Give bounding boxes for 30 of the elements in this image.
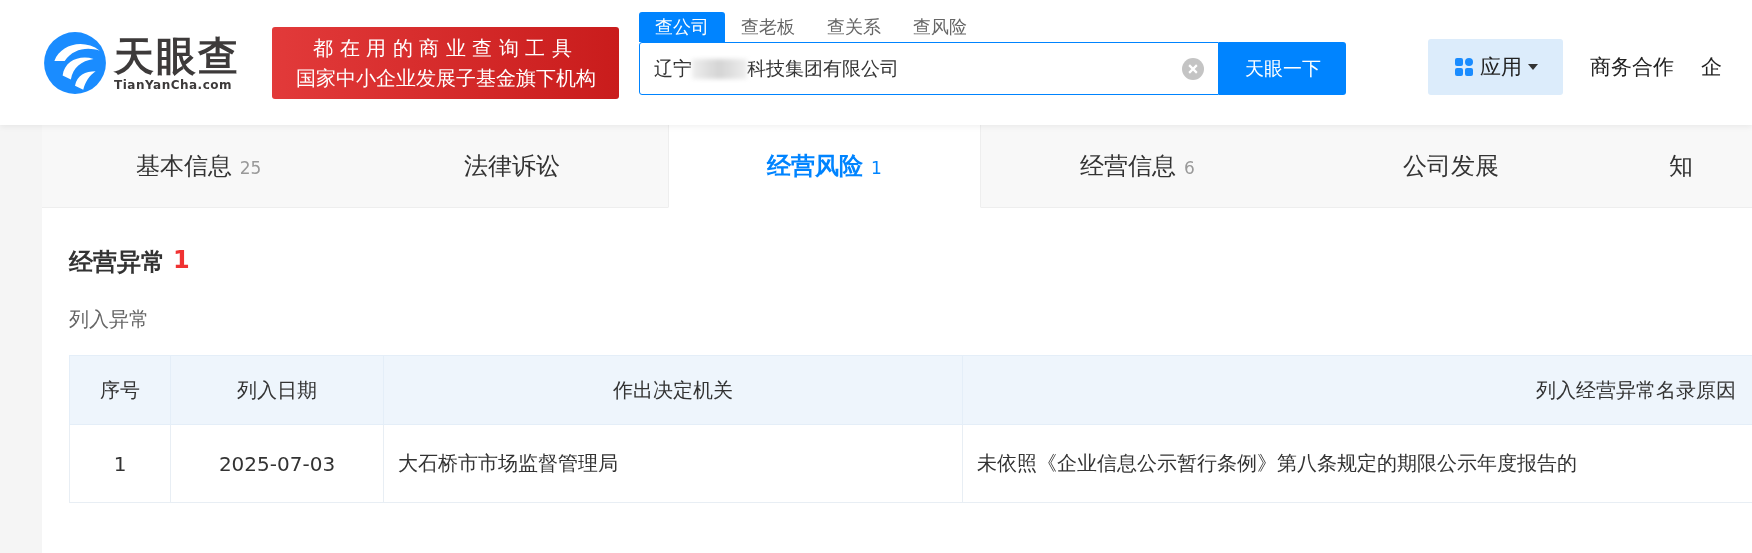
table-cell: 1 — [69, 424, 171, 503]
clear-icon[interactable] — [1182, 57, 1204, 80]
section-title: 经营异常 — [69, 247, 165, 278]
column-header: 列入日期 — [170, 355, 384, 425]
search-tab[interactable]: 查关系 — [811, 12, 897, 42]
search-button[interactable]: 天眼一下 — [1219, 42, 1346, 95]
search-tab[interactable]: 查公司 — [639, 12, 725, 42]
section-count: 1 — [173, 246, 190, 276]
search-field[interactable]: 辽宁 科技集团有限公司 — [639, 42, 1219, 95]
logo-name: 天眼查 — [114, 33, 240, 78]
column-header: 序号 — [69, 355, 171, 425]
table-cell: 大石桥市市场监督管理局 — [383, 424, 963, 503]
search-value: 科技集团有限公司 — [747, 55, 899, 81]
logo-domain: TianYanCha.com — [114, 77, 234, 92]
apps-button[interactable]: 应用 — [1428, 38, 1563, 95]
header-link[interactable]: 商务合作 — [1590, 52, 1674, 81]
section-subtitle: 列入异常 — [69, 306, 150, 333]
search-tab[interactable]: 查老板 — [725, 12, 811, 42]
apps-grid-icon — [1453, 56, 1474, 77]
slogan-text: 国家中小企业发展子基金旗下机构 — [295, 64, 596, 92]
header-link[interactable]: 企 — [1701, 52, 1722, 81]
column-header: 列入经营异常名录原因 — [962, 355, 1752, 425]
caret-icon — [1527, 63, 1538, 70]
column-header: 作出决定机关 — [383, 355, 963, 425]
nav-tab[interactable]: 经营风险 1 — [668, 125, 981, 208]
search-tab[interactable]: 查风险 — [897, 12, 983, 42]
table-cell: 2025-07-03 — [170, 424, 384, 503]
search-value: 辽宁 — [654, 55, 692, 81]
slogan-text: 都在用的商业查询工具 — [313, 34, 578, 62]
eye-logo-icon — [42, 29, 108, 96]
